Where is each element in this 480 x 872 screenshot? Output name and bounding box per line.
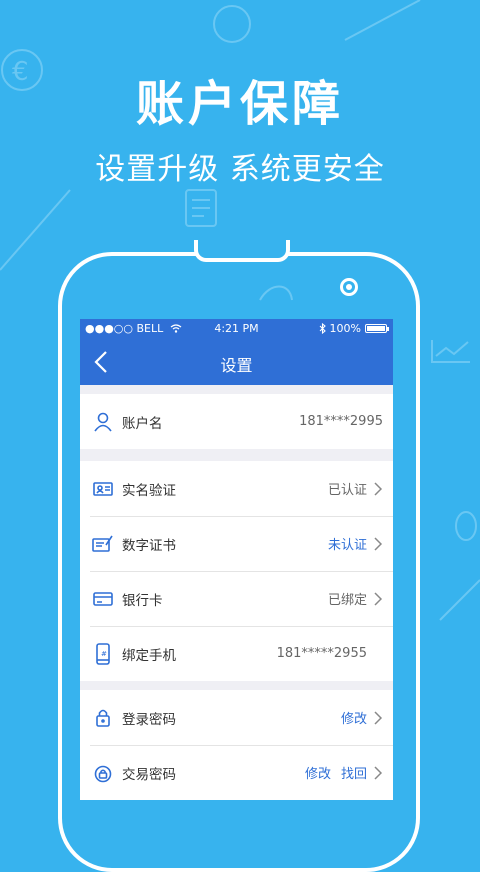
certificate-status: 未认证: [327, 538, 367, 553]
real-name-status: 已认证: [327, 483, 367, 498]
chevron-right-icon: [373, 536, 383, 552]
recover-trade-password-link[interactable]: 找回: [341, 763, 367, 782]
nav-title: 设置: [220, 356, 253, 375]
svg-text:#: #: [101, 650, 107, 658]
user-icon: [92, 411, 114, 433]
chevron-right-icon: [373, 710, 383, 726]
bank-card-label: 银行卡: [122, 592, 163, 609]
verification-group: 实名验证 已认证 数字证书 未认证 银行卡 已绑定 # 绑定手机 181****…: [80, 461, 393, 681]
bank-card-icon: [92, 588, 114, 610]
bank-card-row[interactable]: 银行卡 已绑定: [80, 571, 393, 626]
bound-phone-label: 绑定手机: [122, 647, 176, 664]
phone-speaker: [194, 240, 290, 262]
real-name-row[interactable]: 实名验证 已认证: [80, 461, 393, 516]
phone-icon: #: [92, 642, 114, 665]
account-label: 账户名: [122, 415, 163, 432]
chevron-right-icon: [373, 591, 383, 607]
promo-subtitle: 设置升级 系统更安全: [95, 152, 385, 187]
certificate-row[interactable]: 数字证书 未认证: [80, 516, 393, 571]
trade-password-row[interactable]: 交易密码 修改 找回: [80, 745, 393, 800]
battery-percent: 100%: [329, 322, 361, 335]
login-password-row[interactable]: 登录密码 修改: [80, 690, 393, 745]
account-group: 账户名 181****2995: [80, 394, 393, 449]
status-bar: ●●●○○ BELL 4:21 PM 100%: [80, 319, 393, 339]
bound-phone-value: 181*****2955: [276, 646, 367, 661]
login-password-label: 登录密码: [122, 711, 176, 728]
status-right: 100%: [319, 322, 389, 335]
phone-camera: [340, 278, 358, 296]
promo-title: 账户保障: [135, 76, 344, 132]
modify-login-password-link[interactable]: 修改: [341, 708, 367, 727]
bluetooth-icon: [319, 323, 326, 334]
nav-bar: 设置: [80, 339, 393, 385]
account-value: 181****2995: [299, 414, 383, 429]
chevron-right-icon: [373, 481, 383, 497]
battery-icon: [365, 324, 389, 333]
modify-trade-password-link[interactable]: 修改: [305, 763, 331, 782]
chevron-right-icon: [373, 765, 383, 781]
lock-icon: [92, 707, 114, 729]
bank-card-status: 已绑定: [327, 593, 367, 608]
id-card-icon: [92, 478, 114, 500]
trade-password-label: 交易密码: [122, 766, 176, 783]
account-row[interactable]: 账户名 181****2995: [80, 394, 393, 449]
certificate-icon: [92, 533, 114, 555]
certificate-label: 数字证书: [122, 537, 176, 554]
bound-phone-row[interactable]: # 绑定手机 181*****2955: [80, 626, 393, 681]
phone-screen: ●●●○○ BELL 4:21 PM 100% 设置 账户名 181****29…: [80, 319, 393, 800]
trade-lock-icon: [92, 762, 114, 784]
real-name-label: 实名验证: [122, 482, 176, 499]
security-group: 登录密码 修改 交易密码 修改 找回: [80, 690, 393, 800]
